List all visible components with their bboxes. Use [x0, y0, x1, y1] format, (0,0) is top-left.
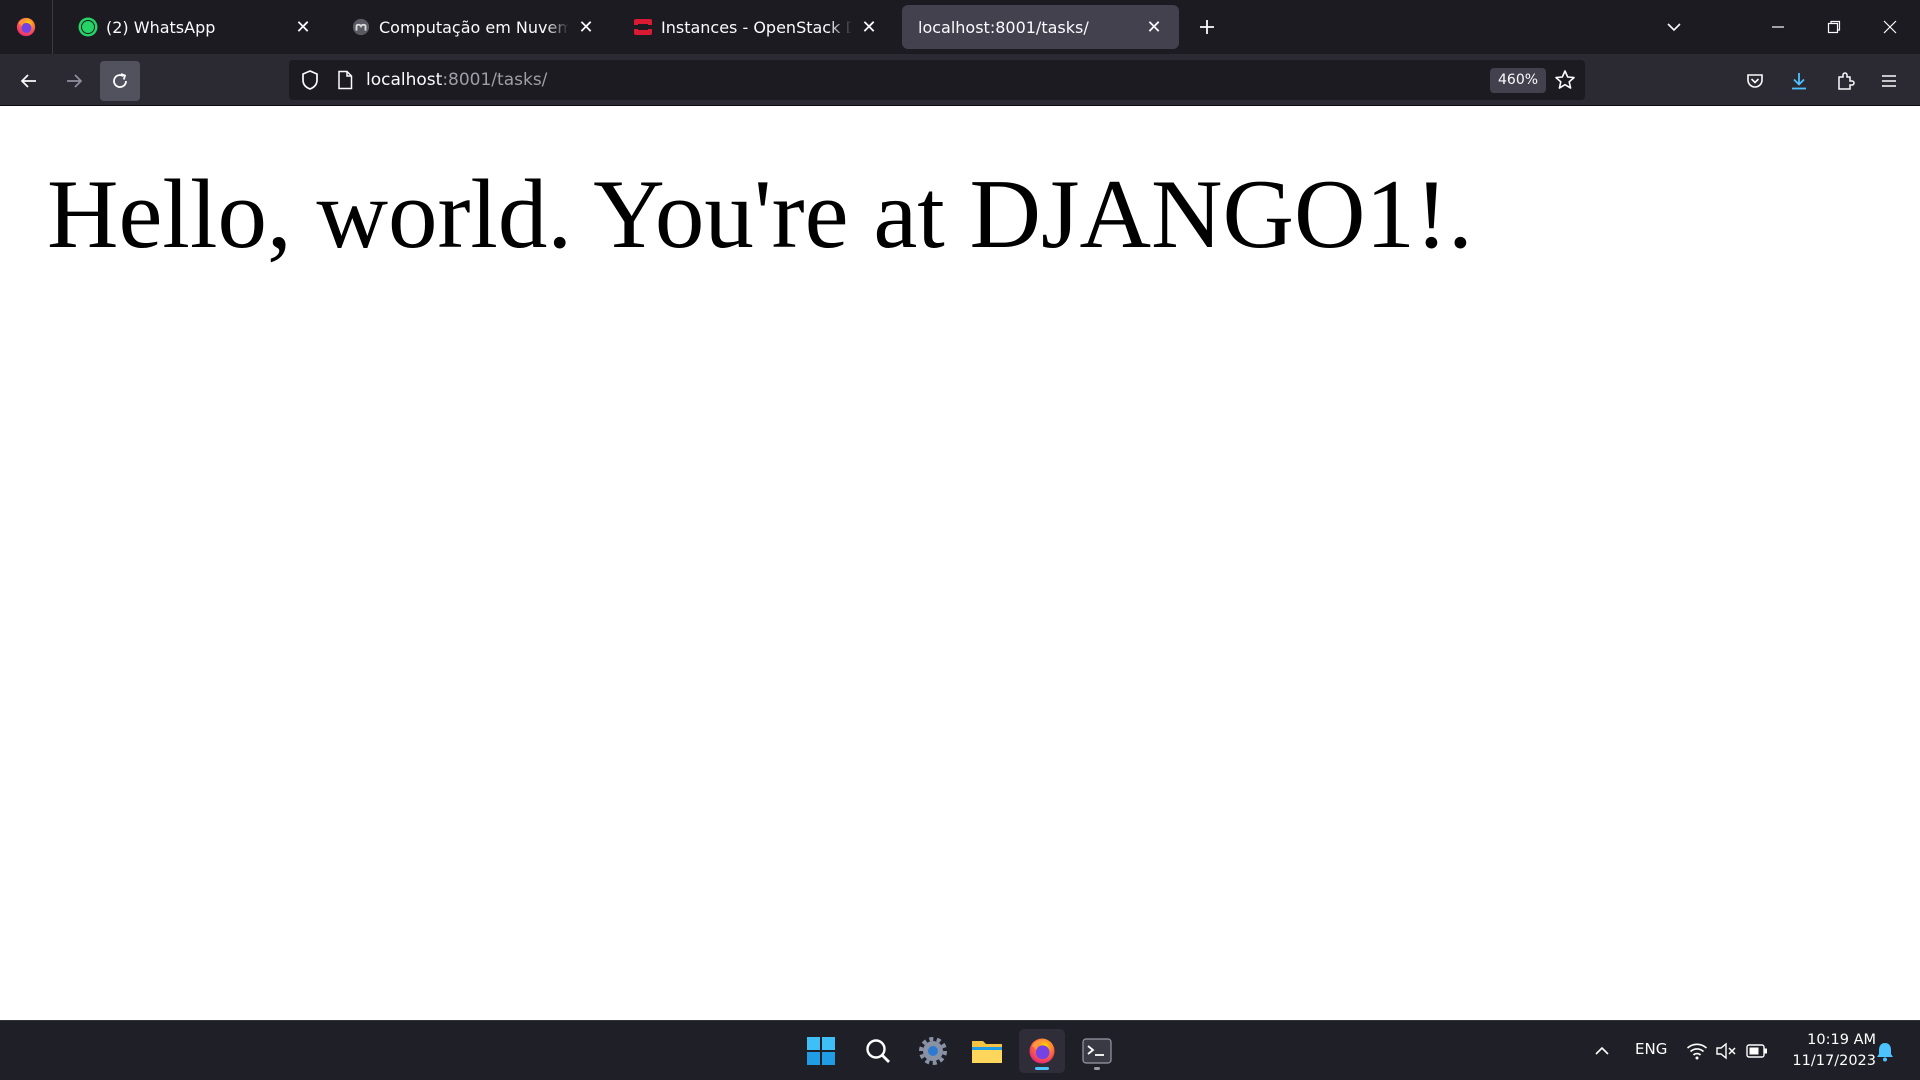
close-icon — [1883, 20, 1897, 34]
terminal-icon — [1082, 1038, 1112, 1064]
taskbar-settings[interactable] — [910, 1029, 956, 1073]
openstack-icon — [633, 17, 653, 37]
windows-icon — [807, 1037, 835, 1065]
back-button[interactable] — [9, 61, 49, 101]
close-icon[interactable]: ✕ — [858, 16, 880, 38]
search-button[interactable] — [855, 1029, 901, 1073]
arrow-left-icon — [20, 74, 36, 88]
puzzle-icon — [1838, 72, 1855, 90]
star-icon[interactable] — [1554, 69, 1576, 91]
restore-icon — [1827, 20, 1841, 34]
pocket-button[interactable] — [1735, 61, 1775, 101]
plus-icon — [1200, 20, 1214, 34]
extensions-button[interactable] — [1825, 61, 1865, 101]
downloads-button[interactable] — [1779, 61, 1819, 101]
taskbar-file-explorer[interactable] — [964, 1029, 1010, 1073]
new-tab-button[interactable] — [1191, 11, 1223, 43]
taskbar-firefox[interactable] — [1019, 1029, 1065, 1073]
page-content: Hello, world. You're at DJANGO1!. — [0, 106, 1920, 1020]
close-icon[interactable]: ✕ — [575, 16, 597, 38]
minimize-icon — [1772, 26, 1784, 28]
list-all-tabs-button[interactable] — [1658, 11, 1690, 43]
input-language-indicator[interactable]: ENG — [1635, 1040, 1667, 1058]
clock-date: 11/17/2023 — [1792, 1053, 1876, 1069]
pocket-icon — [1747, 74, 1763, 88]
running-indicator — [1094, 1067, 1100, 1070]
firefox-icon — [16, 17, 36, 37]
shield-icon[interactable] — [299, 69, 321, 91]
tab-openstack-instances[interactable]: Instances - OpenStack Dashboard ✕ — [617, 5, 894, 49]
volume-muted-icon[interactable] — [1715, 1042, 1737, 1060]
tab-title: Instances - OpenStack Dashboard — [661, 17, 852, 37]
close-icon[interactable]: ✕ — [1143, 16, 1165, 38]
whatsapp-icon — [78, 17, 98, 37]
notification-bell-icon[interactable] — [1875, 1041, 1895, 1063]
close-window-button[interactable] — [1862, 0, 1918, 54]
chevron-down-icon — [1667, 23, 1681, 32]
wifi-icon[interactable] — [1686, 1042, 1708, 1060]
firefox-icon — [1029, 1038, 1055, 1064]
navigation-toolbar: localhost:8001/tasks/ 460% — [0, 54, 1920, 106]
search-icon — [866, 1039, 890, 1063]
download-icon — [1792, 73, 1806, 90]
url-text[interactable]: localhost:8001/tasks/ — [366, 60, 547, 100]
reload-button[interactable] — [100, 61, 140, 101]
tab-whatsapp[interactable]: (2) WhatsApp ✕ — [62, 5, 328, 49]
taskbar-terminal[interactable] — [1074, 1029, 1120, 1073]
url-path: :8001/tasks/ — [442, 70, 548, 90]
battery-icon[interactable] — [1746, 1043, 1768, 1059]
page-icon[interactable] — [336, 70, 354, 90]
tab-title: (2) WhatsApp — [106, 17, 216, 37]
tab-localhost-tasks[interactable]: localhost:8001/tasks/ ✕ — [902, 5, 1179, 49]
windows-taskbar: ENG 10:19 AM 11/17/2023 — [0, 1020, 1920, 1080]
reload-icon — [113, 73, 127, 88]
tab-strip: (2) WhatsApp ✕ Computação em Nuvem - Com… — [0, 0, 1920, 54]
tab-computacao-em-nuvem[interactable]: Computação em Nuvem - Computação em Nuve… — [335, 5, 611, 49]
restore-button[interactable] — [1806, 0, 1862, 54]
url-host: localhost — [366, 70, 443, 90]
zoom-reset-button[interactable]: 460% — [1490, 68, 1547, 93]
running-indicator — [1035, 1067, 1049, 1070]
address-bar[interactable]: localhost:8001/tasks/ 460% — [289, 60, 1585, 100]
minimize-button[interactable] — [1750, 0, 1806, 54]
start-button[interactable] — [798, 1029, 844, 1073]
arrow-right-icon — [67, 74, 83, 88]
tab-title: Computação em Nuvem - Computação em Nuve… — [379, 17, 569, 37]
close-icon[interactable]: ✕ — [292, 16, 314, 38]
taskbar-clock[interactable]: 10:19 AM 11/17/2023 — [1780, 1030, 1876, 1072]
gear-icon — [919, 1037, 947, 1065]
app-menu-button[interactable] — [1869, 61, 1909, 101]
folder-icon — [972, 1041, 1002, 1063]
moodle-icon — [351, 17, 371, 37]
show-hidden-icons-button[interactable] — [1579, 1029, 1625, 1073]
tab-title: localhost:8001/tasks/ — [918, 17, 1089, 37]
page-heading: Hello, world. You're at DJANGO1!. — [47, 160, 1473, 269]
forward-button[interactable] — [54, 61, 94, 101]
hamburger-menu-icon — [1882, 75, 1896, 87]
chevron-up-icon — [1595, 1046, 1609, 1055]
firefox-menu-button[interactable] — [0, 0, 53, 54]
clock-time: 10:19 AM — [1807, 1032, 1876, 1048]
